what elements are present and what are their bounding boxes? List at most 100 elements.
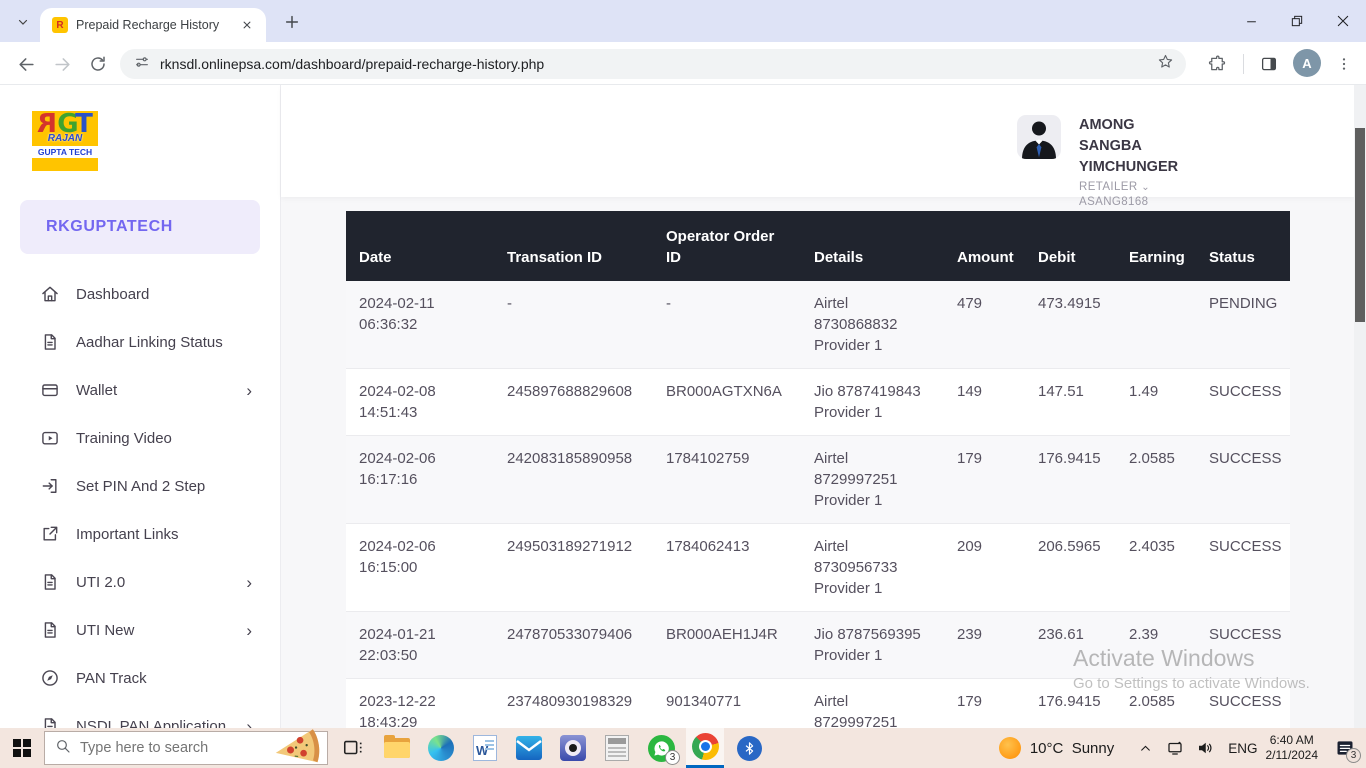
tab-title: Prepaid Recharge History <box>76 18 238 32</box>
system-tray: 10°C Sunny ENG 6:40 AM 2/11/2024 3 <box>999 728 1366 768</box>
sidebar-item[interactable]: Aadhar Linking Status › <box>0 318 280 366</box>
file-explorer-icon[interactable] <box>378 728 416 768</box>
extensions-icon[interactable] <box>1203 50 1231 78</box>
notification-center-icon[interactable]: 3 <box>1328 728 1362 768</box>
cell-details: Airtel8729997251Provider 1 <box>801 436 944 523</box>
screen: R Prepaid Recharge History <box>0 0 1366 768</box>
cell-debit: 236.61 <box>1025 612 1116 678</box>
sidebar-item-label: Training Video <box>76 430 246 447</box>
sidebar-item-label: PAN Track <box>76 670 246 687</box>
cell-operator-order-id: BR000AEH1J4R <box>653 612 801 678</box>
cell-details: Airtel8730956733Provider 1 <box>801 524 944 611</box>
details-line: Airtel <box>814 448 934 469</box>
page-scrollbar-track[interactable] <box>1354 85 1366 728</box>
browser-toolbar: A <box>0 42 1366 85</box>
bluetooth-icon[interactable] <box>730 728 768 768</box>
tray-chevron-up-icon[interactable] <box>1132 728 1158 768</box>
news-app-icon[interactable] <box>598 728 636 768</box>
search-input[interactable] <box>80 740 250 756</box>
toolbar-divider <box>1243 54 1244 74</box>
reload-button[interactable] <box>84 50 112 78</box>
browser-menu-icon[interactable] <box>1330 50 1358 78</box>
side-panel-icon[interactable] <box>1255 50 1283 78</box>
page-topbar: AMONG SANGBA YIMCHUNGER RETAILER ⌄ ASANG… <box>281 85 1354 197</box>
tab-search-chevron-icon[interactable] <box>10 9 36 35</box>
clock-date: 2/11/2024 <box>1266 748 1319 763</box>
minimize-button[interactable] <box>1228 0 1274 42</box>
details-line: Provider 1 <box>814 335 934 356</box>
volume-icon[interactable] <box>1192 728 1218 768</box>
table-body: 2024-02-11 06:36:32--Airtel8730868832Pro… <box>346 281 1290 728</box>
new-tab-button[interactable] <box>280 10 304 34</box>
sidebar-item[interactable]: Wallet › <box>0 366 280 414</box>
page-scrollbar-thumb[interactable] <box>1355 128 1365 322</box>
chevron-right-icon: › <box>246 622 252 639</box>
task-view-icon[interactable] <box>334 728 372 768</box>
bookmark-star-icon[interactable] <box>1157 53 1174 75</box>
table-row: 2024-01-21 22:03:50247870533079406BR000A… <box>346 612 1290 679</box>
tab-close-icon[interactable] <box>238 16 256 34</box>
word-icon[interactable]: W <box>466 728 504 768</box>
logo-line2: GUPTA TECH <box>32 146 98 158</box>
browser-profile-avatar[interactable]: A <box>1293 49 1321 77</box>
taskbar-search[interactable] <box>44 731 328 765</box>
user-profile[interactable]: AMONG SANGBA YIMCHUNGER RETAILER ⌄ ASANG… <box>1017 115 1199 209</box>
whatsapp-icon[interactable]: 3 <box>642 728 680 768</box>
brand-name: RKGUPTATECH <box>46 218 173 236</box>
sidebar-item[interactable]: UTI 2.0 › <box>0 558 280 606</box>
sidebar-item[interactable]: Training Video › <box>0 414 280 462</box>
cell-amount: 179 <box>944 679 1025 728</box>
table-row: 2024-02-11 06:36:32--Airtel8730868832Pro… <box>346 281 1290 369</box>
chevron-right-icon: › <box>246 574 252 591</box>
cell-status: SUCCESS <box>1196 524 1290 611</box>
user-meta: AMONG SANGBA YIMCHUNGER RETAILER ⌄ ASANG… <box>1079 115 1199 209</box>
start-button[interactable] <box>0 728 44 768</box>
mail-icon[interactable] <box>510 728 548 768</box>
login-icon <box>40 476 60 496</box>
taskbar-clock[interactable]: 6:40 AM 2/11/2024 <box>1266 733 1319 763</box>
sidebar-item[interactable]: UTI New › <box>0 606 280 654</box>
sidebar-item[interactable]: NSDL PAN Application › <box>0 702 280 728</box>
sidebar-item[interactable]: PAN Track › <box>0 654 280 702</box>
cell-details: Jio 8787569395Provider 1 <box>801 612 944 678</box>
url-input[interactable] <box>160 56 1157 72</box>
details-line: 8729997251 <box>814 712 934 728</box>
details-line: Airtel <box>814 536 934 557</box>
clock-time: 6:40 AM <box>1266 733 1319 748</box>
close-button[interactable] <box>1320 0 1366 42</box>
brand-badge[interactable]: RKGUPTATECH <box>20 200 260 254</box>
browser-tab[interactable]: R Prepaid Recharge History <box>40 8 266 42</box>
document-icon <box>40 332 60 352</box>
user-avatar[interactable] <box>1017 115 1061 159</box>
cell-transaction-id: 249503189271912 <box>494 524 653 611</box>
chevron-right-icon: › <box>246 718 252 729</box>
compass-icon <box>40 668 60 688</box>
restore-button[interactable] <box>1274 0 1320 42</box>
whatsapp-badge: 3 <box>665 750 680 765</box>
edge-icon[interactable] <box>422 728 460 768</box>
back-button[interactable] <box>12 50 40 78</box>
sidebar-item[interactable]: Dashboard › <box>0 270 280 318</box>
cast-screen-icon[interactable] <box>1162 728 1188 768</box>
chrome-icon[interactable] <box>686 728 724 768</box>
user-role[interactable]: RETAILER ⌄ <box>1079 180 1199 195</box>
site-settings-icon[interactable] <box>134 54 150 75</box>
details-line: 8729997251 <box>814 469 934 490</box>
language-indicator[interactable]: ENG <box>1228 741 1257 756</box>
cell-transaction-id: 245897688829608 <box>494 369 653 435</box>
sidebar-item[interactable]: Important Links › <box>0 510 280 558</box>
table-header-cell: Details <box>801 211 944 281</box>
cell-debit: 176.9415 <box>1025 679 1116 728</box>
site-logo[interactable]: RGT RAJAN GUPTA TECH <box>32 111 98 171</box>
cell-transaction-id: 242083185890958 <box>494 436 653 523</box>
details-line: 8730868832 <box>814 314 934 335</box>
media-app-icon[interactable] <box>554 728 592 768</box>
details-line: Provider 1 <box>814 490 934 511</box>
sidebar-item[interactable]: Set PIN And 2 Step › <box>0 462 280 510</box>
weather-widget[interactable]: 10°C Sunny <box>999 737 1114 759</box>
cell-operator-order-id: BR000AGTXN6A <box>653 369 801 435</box>
forward-button[interactable] <box>48 50 76 78</box>
details-line: Provider 1 <box>814 645 934 666</box>
cell-date: 2024-02-08 14:51:43 <box>346 369 494 435</box>
address-bar[interactable] <box>120 49 1186 79</box>
